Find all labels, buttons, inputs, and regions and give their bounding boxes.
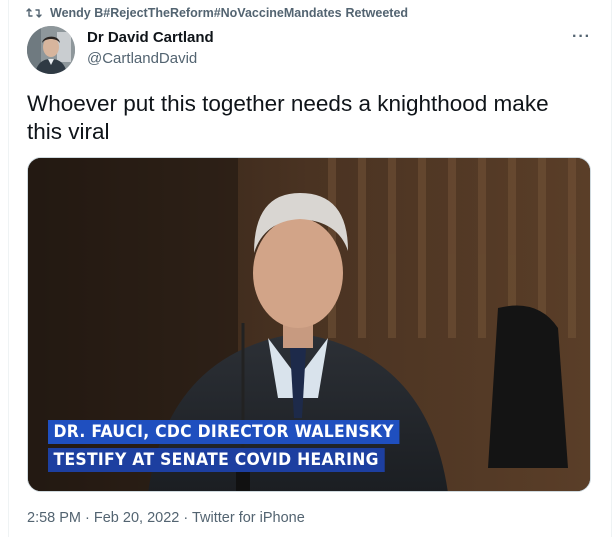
retweet-icon: [26, 5, 42, 21]
retweet-action: Retweeted: [345, 6, 409, 20]
meta-separator: ·: [179, 510, 192, 526]
tweet-text: Whoever put this together needs a knight…: [27, 91, 549, 144]
tweet-meta: 2:58 PM · Feb 20, 2022 · Twitter for iPh…: [27, 510, 305, 526]
meta-separator: ·: [81, 510, 94, 526]
more-options-icon[interactable]: ···: [572, 28, 591, 46]
tweet-date[interactable]: Feb 20, 2022: [94, 510, 179, 526]
avatar[interactable]: [27, 26, 75, 74]
video-caption-line1: DR. FAUCI, CDC DIRECTOR WALENSKY: [48, 420, 400, 444]
retweet-context[interactable]: Wendy B#RejectTheReform#NoVaccineMandate…: [26, 5, 408, 21]
author-name[interactable]: Dr David Cartland: [87, 29, 214, 46]
author-handle[interactable]: @CartlandDavid: [87, 50, 197, 67]
tweet-time[interactable]: 2:58 PM: [27, 510, 81, 526]
video-caption-line2: TESTIFY AT SENATE COVID HEARING: [48, 448, 385, 472]
video-media[interactable]: DR. FAUCI, CDC DIRECTOR WALENSKY TESTIFY…: [27, 157, 591, 492]
tweet-source[interactable]: Twitter for iPhone: [192, 510, 305, 526]
retweeter-name[interactable]: Wendy B#RejectTheReform#NoVaccineMandate…: [50, 6, 342, 20]
